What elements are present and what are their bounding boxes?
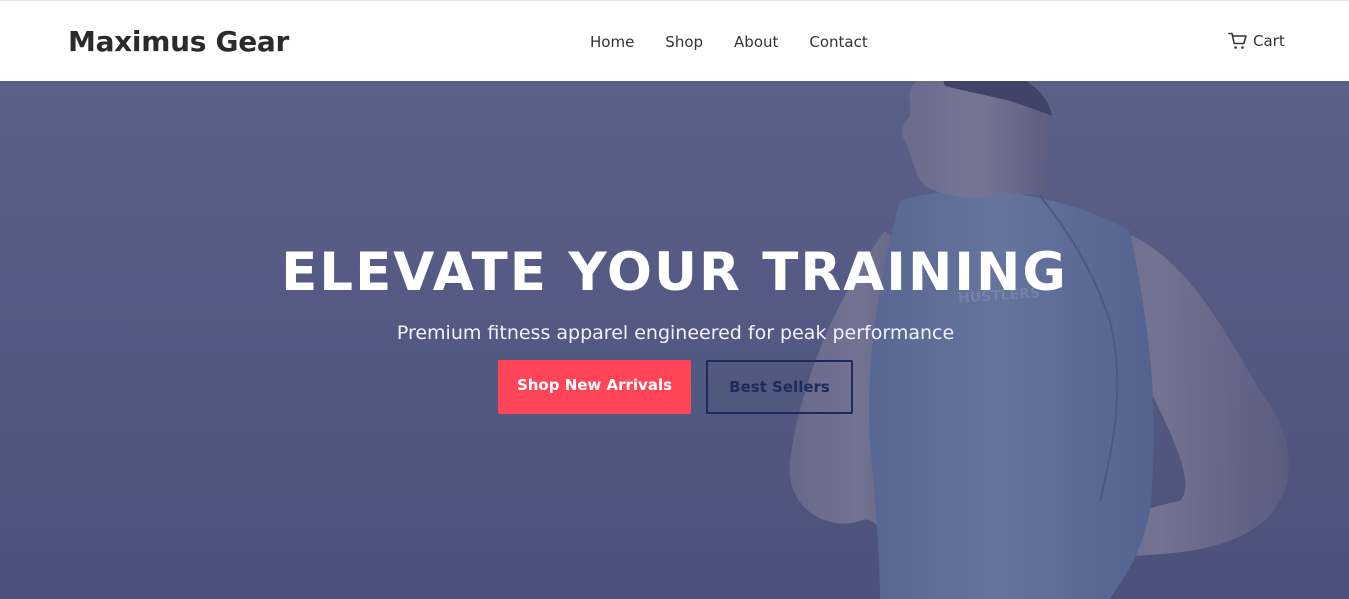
hero-headline: ELEVATE YOUR TRAINING (281, 241, 1068, 303)
main-nav: Home Shop About Contact (590, 33, 868, 51)
nav-shop[interactable]: Shop (665, 33, 703, 51)
brand-logo[interactable]: Maximus Gear (68, 25, 289, 58)
cart-link[interactable]: Cart (1228, 32, 1285, 50)
cart-label: Cart (1253, 32, 1285, 50)
nav-contact[interactable]: Contact (809, 33, 867, 51)
site-header: Maximus Gear Home Shop About Contact Car… (0, 0, 1349, 81)
hero-subheadline: Premium fitness apparel engineered for p… (396, 322, 955, 344)
best-sellers-button[interactable]: Best Sellers (706, 360, 853, 414)
nav-home[interactable]: Home (590, 33, 634, 51)
shopping-cart-icon (1228, 32, 1248, 50)
nav-about[interactable]: About (734, 33, 778, 51)
hero-banner: HUSTLERS ELEVATE YOUR TRAINING Premium f… (0, 81, 1349, 599)
shop-new-arrivals-button[interactable]: Shop New Arrivals (498, 360, 691, 414)
